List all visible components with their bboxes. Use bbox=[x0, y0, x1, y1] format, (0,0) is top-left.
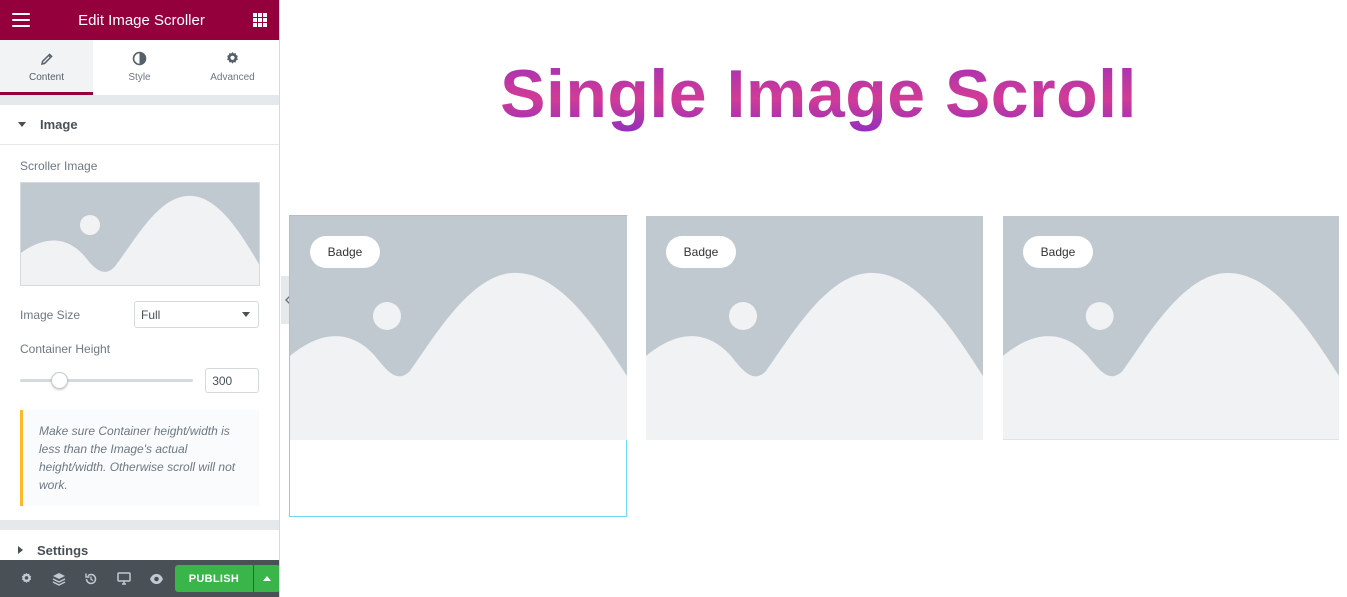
tab-advanced-label: Advanced bbox=[210, 71, 255, 83]
image-section-body: Scroller Image Image Size Full Container… bbox=[0, 145, 279, 520]
container-height-notice: Make sure Container height/width is less… bbox=[20, 410, 259, 506]
slider-handle[interactable] bbox=[51, 372, 68, 389]
settings-section-title: Settings bbox=[37, 542, 89, 558]
editor-panel: Edit Image Scroller Content Style Advanc… bbox=[0, 0, 280, 597]
preview-eye-icon[interactable] bbox=[140, 560, 173, 597]
pencil-icon bbox=[40, 50, 54, 68]
container-height-row: 300 bbox=[20, 368, 259, 393]
history-icon[interactable] bbox=[75, 560, 108, 597]
image-size-row: Image Size Full bbox=[20, 301, 259, 328]
scroller-image-label: Scroller Image bbox=[20, 159, 98, 173]
caret-right-icon bbox=[18, 546, 23, 554]
container-height-label: Container Height bbox=[20, 342, 111, 356]
editor-root: Edit Image Scroller Content Style Advanc… bbox=[0, 0, 1347, 597]
publish-button[interactable]: PUBLISH bbox=[174, 565, 254, 592]
badge[interactable]: Badge bbox=[310, 236, 380, 268]
tab-content-label: Content bbox=[28, 71, 65, 83]
image-section-title: Image bbox=[40, 117, 78, 132]
caret-down-icon bbox=[18, 122, 26, 127]
divider bbox=[0, 520, 279, 530]
settings-icon[interactable] bbox=[10, 560, 43, 597]
image-size-select[interactable]: Full bbox=[134, 301, 259, 328]
tab-advanced[interactable]: Advanced bbox=[186, 40, 279, 95]
badge[interactable]: Badge bbox=[666, 236, 736, 268]
contrast-icon bbox=[132, 50, 147, 68]
divider bbox=[0, 95, 279, 105]
image-scroller-card[interactable]: Badge bbox=[1003, 216, 1339, 440]
widgets-grid-icon[interactable] bbox=[253, 13, 267, 27]
tab-content[interactable]: Content bbox=[0, 40, 93, 95]
image-scroller-card[interactable]: Badge bbox=[290, 216, 627, 440]
container-height-slider[interactable] bbox=[20, 372, 194, 389]
image-placeholder-icon bbox=[21, 183, 259, 285]
image-scroller-card[interactable]: Badge bbox=[646, 216, 983, 440]
panel-footer: PUBLISH bbox=[0, 560, 279, 597]
page-heading: Single Image Scroll bbox=[290, 52, 1347, 136]
panel-title: Edit Image Scroller bbox=[78, 11, 205, 29]
scroller-image-picker[interactable] bbox=[20, 182, 260, 286]
caret-up-icon bbox=[263, 576, 272, 581]
image-section-toggle[interactable]: Image bbox=[0, 105, 279, 145]
panel-tabs: Content Style Advanced bbox=[0, 40, 279, 95]
container-height-input[interactable]: 300 bbox=[205, 368, 259, 393]
panel-header: Edit Image Scroller bbox=[0, 0, 279, 40]
image-size-value: Full bbox=[141, 307, 161, 322]
image-size-label: Image Size bbox=[20, 307, 81, 322]
chevron-down-icon bbox=[242, 312, 250, 317]
badge[interactable]: Badge bbox=[1023, 236, 1093, 268]
layers-icon[interactable] bbox=[43, 560, 76, 597]
menu-icon[interactable] bbox=[12, 13, 30, 27]
tab-style[interactable]: Style bbox=[93, 40, 186, 95]
publish-options-button[interactable] bbox=[254, 565, 279, 592]
gear-icon bbox=[225, 50, 240, 68]
responsive-icon[interactable] bbox=[108, 560, 141, 597]
tab-style-label: Style bbox=[128, 71, 151, 83]
